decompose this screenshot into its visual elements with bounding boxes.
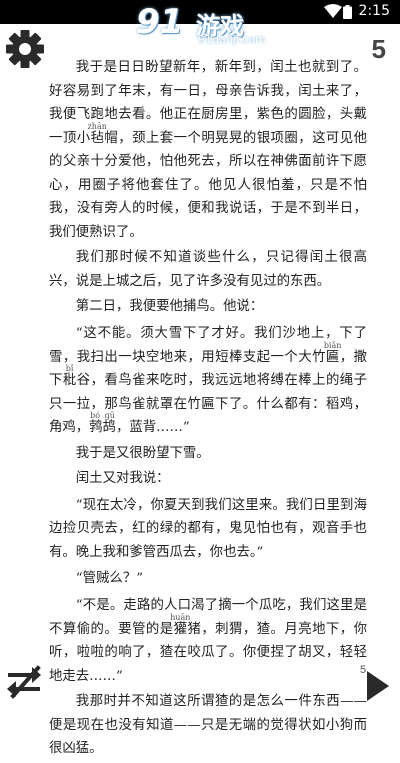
paragraph: 我那时并不知道这所谓猹的是怎么一件东西——便是现在也没有知道——只是无端的觉得状… [49,694,367,756]
story-text: 我于是日日盼望新年，新年到，闰土也就到了。好容易到了年末，有一日，母亲告诉我，闰… [49,56,367,763]
annotated-char: 獾huān [170,613,190,637]
swap-arrows-icon[interactable] [4,662,44,702]
ruby-base: 秕 [62,373,77,388]
annotated-char: 匾biǎn [324,341,342,365]
paragraph: “这不能。须大雪下了才好。我们沙地上，下了雪，我扫出一块空地来，用短棒支起一个大… [49,322,367,440]
play-triangle-icon[interactable] [366,670,390,702]
paragraph: “现在太冷，你夏天到我们这里来。我们日里到海边捡贝壳去，红的绿的都有，鬼见怕也有… [49,497,367,560]
pinyin: zhān [87,121,107,131]
annotated-char: 秕bǐ [62,365,77,389]
paragraph: “不是。走路的人口渴了摘一个瓜吃，我们这里是不算偷的。要管的是獾huān猪，刺猬… [49,594,367,689]
paragraph: 我于是又很盼望下雪。 [75,445,210,461]
pinyin: huān [170,612,191,622]
text-run: ，蓝背……” [115,420,190,435]
text-run: “这不能。须大雪下了才好。我们沙地上，下了雪，我扫出一块空地来，用短棒支起一个大… [49,325,367,365]
paragraph: 我于是日日盼望新年，新年到，闰土也就到了。好容易到了年末，有一日，母亲告诉我，闰… [49,56,367,244]
pinyin: bǐ [62,364,77,373]
site-watermark: 91 游戏 91danji.com [136,2,268,46]
pinyin: bó gū [89,411,116,420]
paragraph: 闰土又对我说： [75,471,170,486]
annotated-char: 毡zhān [88,122,107,146]
watermark-logo-number: 91 [136,2,184,42]
wifi-icon [324,4,342,18]
gear-icon[interactable] [4,28,46,70]
paragraph: 第二日，我便要他捕鸟。他说： [75,299,264,314]
text-run: 帽，颈上套一个明晃晃的银项圈，这可见他的父亲十分爱他，怕他死去，所以在神佛面前许… [49,130,368,240]
status-time: 2:15 [358,3,390,19]
annotated-char: 鹁鸪bó gū [89,412,116,436]
pinyin: biǎn [323,340,342,350]
watermark-url: 91danji.com [198,33,266,46]
page-number-header: 5 [371,34,386,64]
ruby-base: 鹁鸪 [89,420,116,435]
paragraph: 我们那时候不知道谈些什么，只记得闰土很高兴，说是上城之后，见了许多没有见过的东西… [49,250,367,289]
paragraph: “管贼么？” [75,571,144,586]
battery-icon [343,5,352,19]
